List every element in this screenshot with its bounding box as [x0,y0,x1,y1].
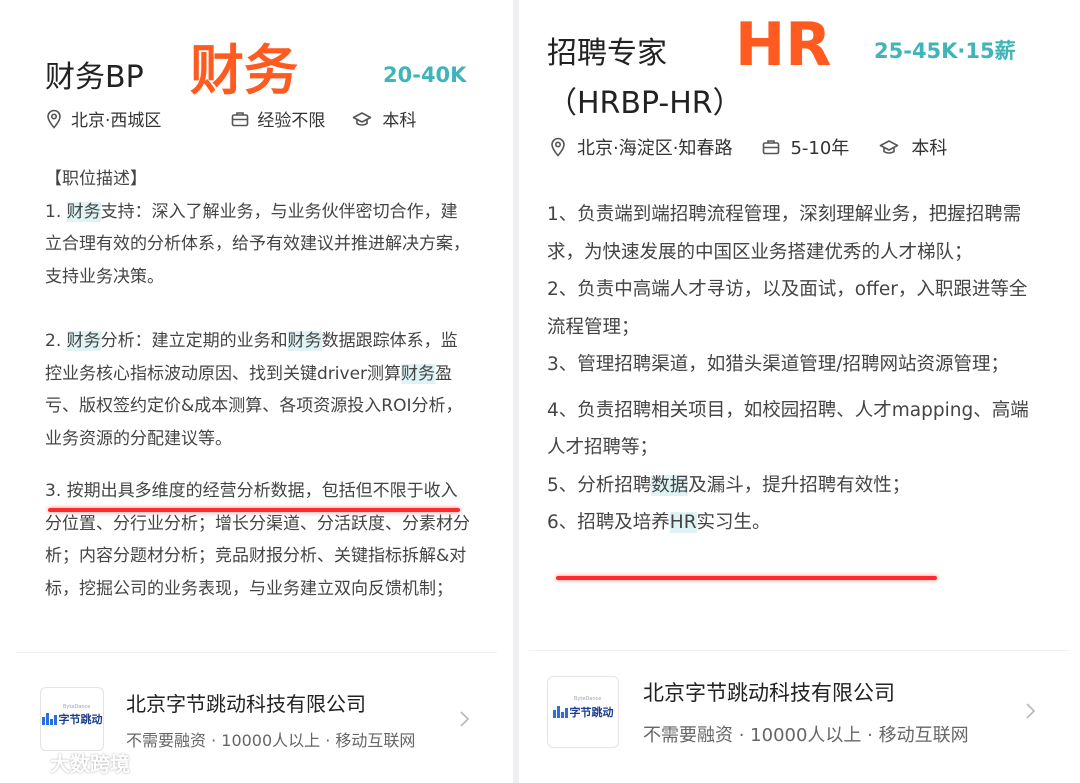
job-description: 1、负责端到端招聘流程管理，深刻理解业务，把握招聘需求，为快速发展的中国区业务搭… [547,196,1039,542]
graduation-cap-icon [353,111,372,126]
bytedance-logo: ByteDance 字节跳动 [547,676,619,748]
watermark: 大数跨境 [6,748,130,777]
chevron-right-icon[interactable] [1024,702,1036,720]
description-item-3: 3、管理招聘渠道，如猎头渠道管理/招聘网站资源管理； [547,354,1010,375]
job-title: 财务BP [45,60,144,95]
bytedance-logo: ByteDance 字节跳动 [40,687,104,751]
company-meta: 不需要融资 · 10000人以上 · 移动互联网 [643,725,969,746]
education: 本科 [879,134,947,160]
company-meta: 不需要融资 · 10000人以上 · 移动互联网 [126,730,416,750]
description-item-1: 1、负责端到端招聘流程管理，深刻理解业务，把握招聘需求，为快速发展的中国区业务搭… [547,204,1022,263]
bars-icon [41,713,57,725]
location-text: 北京·西城区 [71,111,162,131]
bars-icon [552,706,568,718]
experience: 5-10年 [762,134,849,160]
section-heading: 【职位描述】 [45,169,147,189]
company-card[interactable]: ByteDance 字节跳动 北京字节跳动科技有限公司 不需要融资 · 1000… [547,676,969,748]
red-underline-annotation [48,508,460,512]
education: 本科 [352,106,416,131]
description-item-2: 2、负责中高端人才寻访，以及面试，offer，入职跟进等全流程管理； [547,279,1028,338]
job-description: 【职位描述】 1. 财务支持：深入了解业务，与业务伙伴密切合作，建立合理有效的分… [45,163,473,605]
description-item-3: 3. 按期出具多维度的经营分析数据，包括但不限于收入分位置、分行业分析；增长分渠… [45,481,470,599]
red-underline-annotation [556,576,937,580]
salary-range: 25-45K·15薪 [874,39,1016,63]
location: 北京·西城区 [45,106,161,131]
job-meta-row: 北京·海淀区·知春路 5-10年 本科 [549,134,947,160]
description-item-1: 1. 财务支持：深入了解业务，与业务伙伴密切合作，建立合理有效的分析体系，给予有… [45,201,470,287]
education-text: 本科 [382,111,417,131]
description-item-2: 2. 财务分析：建立定期的业务和财务数据跟踪体系，监控业务核心指标波动原因、找到… [45,331,463,449]
description-item-6: 6、招聘及培养HR实习生。 [547,512,771,533]
company-name: 北京字节跳动科技有限公司 [643,681,895,705]
experience: 经验不限 [231,106,325,131]
job-tag-overlay: 财务 [190,39,298,102]
salary-range: 20-40K [383,63,467,87]
description-item-5: 5、分析招聘数据及漏斗，提升招聘有效性； [547,474,911,496]
job-card-finance-bp: 财务BP 财务 20-40K 北京·西城区 经验不限 本科 【职位描述】 1. … [0,0,513,783]
location-pin-icon [47,109,61,129]
divider [16,652,497,653]
job-card-recruiting-expert: 招聘专家 （HRBP-HR） HR 25-45K·15薪 北京·海淀区·知春路 … [519,0,1080,783]
briefcase-icon [232,111,249,126]
location: 北京·海淀区·知春路 [549,134,732,160]
company-name: 北京字节跳动科技有限公司 [126,691,366,716]
divider [529,650,1070,651]
job-title-line-1: 招聘专家 [547,36,667,71]
job-tag-overlay: HR [735,10,832,80]
experience-text: 经验不限 [257,111,326,131]
description-item-4: 4、负责招聘相关项目，如校园招聘、人才mapping、高端人才招聘等； [547,399,1029,459]
graduation-cap-icon [880,140,899,154]
briefcase-icon [763,140,780,155]
experience-text: 5-10年 [790,138,850,159]
company-card[interactable]: ByteDance 字节跳动 北京字节跳动科技有限公司 不需要融资 · 1000… [40,687,415,751]
watermark-text: 大数跨境 [50,752,130,776]
job-meta-row: 北京·西城区 经验不限 本科 [45,106,416,131]
job-title-line-2: （HRBP-HR） [547,86,743,121]
education-text: 本科 [911,138,948,159]
watermark-logo-icon [6,753,42,772]
chevron-right-icon[interactable] [458,710,470,728]
location-text: 北京·海淀区·知春路 [577,138,733,159]
location-pin-icon [551,137,565,157]
